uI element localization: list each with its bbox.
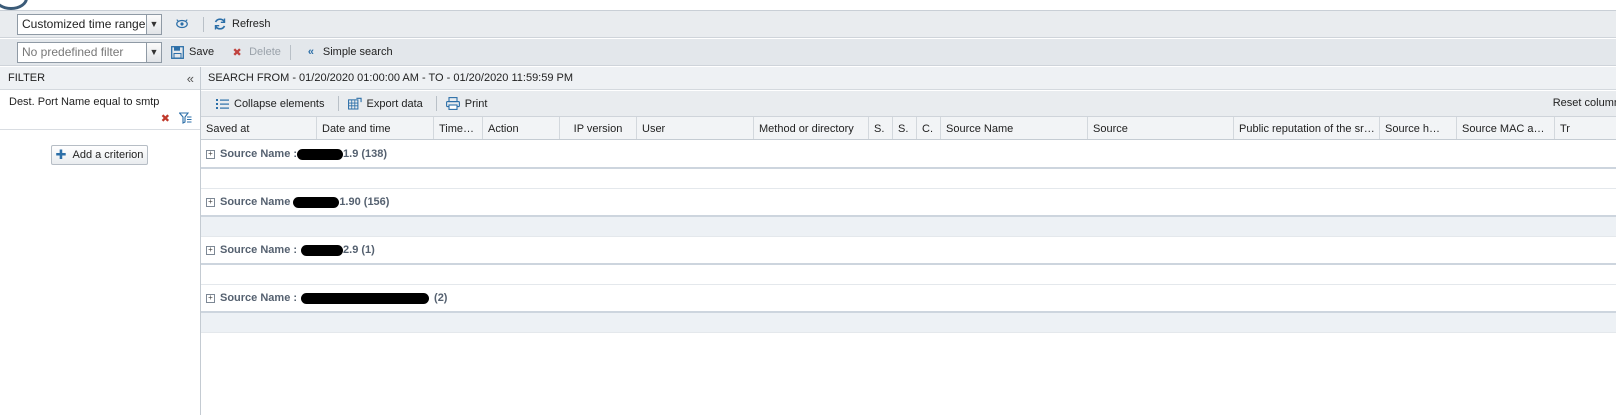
search-range-heading: SEARCH FROM - 01/20/2020 01:00:00 AM - T…: [201, 67, 1616, 90]
column-header-tr[interactable]: Tr: [1555, 117, 1616, 139]
predefined-filter-select[interactable]: No predefined filter ▼: [17, 41, 162, 63]
group-label: Source Name: [220, 196, 291, 208]
app-logo: [0, 0, 28, 10]
group-suffix: 1.90 (156): [339, 196, 390, 208]
chevron-down-icon[interactable]: ▼: [146, 42, 161, 62]
results-grid-header: Saved at Date and time Time… Action IP v…: [201, 117, 1616, 140]
toolbar-separator: [435, 96, 437, 111]
window-top-strip: [0, 0, 1616, 11]
filter-panel-title: FILTER: [8, 72, 46, 84]
results-toolbar: Collapse elements Export data Print Rese…: [201, 91, 1616, 117]
floppy-disk-icon: [170, 45, 184, 59]
criterion-condition: equal to smtp: [93, 96, 160, 108]
redaction: [297, 148, 344, 160]
group-row[interactable]: + Source Name : 2.9 (1): [201, 237, 1616, 265]
time-range-select[interactable]: Customized time range ▼: [17, 13, 162, 35]
toolbar-separator: [289, 44, 291, 60]
group-row[interactable]: + Source Name : 1.9 (138): [201, 141, 1616, 169]
column-header-action[interactable]: Action: [483, 117, 560, 139]
collapse-elements-label: Collapse elements: [234, 97, 325, 110]
group-label: Source Name :: [220, 148, 298, 160]
time-range-settings-button[interactable]: [170, 14, 199, 34]
plus-box-icon[interactable]: +: [206, 197, 215, 207]
simple-search-label: Simple search: [322, 46, 393, 58]
refresh-label: Refresh: [232, 18, 271, 30]
column-header-source[interactable]: Source: [1088, 117, 1234, 139]
group-row[interactable]: + Source Name : (2): [201, 285, 1616, 313]
column-header-time[interactable]: Time…: [434, 117, 483, 139]
column-header-saved-at[interactable]: Saved at: [201, 117, 317, 139]
delete-button[interactable]: ✖ Delete: [225, 42, 286, 62]
time-range-value: Customized time range: [22, 17, 146, 31]
reset-columns-button[interactable]: Reset column: [1553, 97, 1616, 109]
group-spacer-row: [201, 217, 1616, 237]
filter-edit-icon[interactable]: [178, 112, 192, 127]
export-grid-icon: [347, 97, 362, 111]
red-x-icon: ✖: [232, 46, 242, 59]
results-grid-body: + Source Name : 1.9 (138) + Source Name …: [201, 141, 1616, 415]
delete-label: Delete: [249, 46, 281, 58]
add-criterion-label: Add a criterion: [72, 149, 144, 161]
column-header-s1[interactable]: S.: [869, 117, 893, 139]
group-spacer-row: [201, 169, 1616, 189]
plus-box-icon[interactable]: +: [206, 245, 215, 255]
double-chevron-left-icon: «: [307, 46, 314, 58]
print-button[interactable]: Print: [441, 94, 493, 114]
refresh-icon: [213, 17, 227, 31]
column-header-c[interactable]: C.: [917, 117, 941, 139]
group-spacer-row: [201, 265, 1616, 285]
filter-toolbar: No predefined filter ▼ Save ✖ Delete « S…: [0, 39, 1616, 66]
gear-eye-icon: [175, 17, 189, 31]
filter-panel: FILTER « Dest. Port Name equal to smtp ✖…: [0, 67, 201, 415]
collapse-elements-button[interactable]: Collapse elements: [210, 94, 330, 114]
redaction: [301, 292, 430, 304]
export-data-button[interactable]: Export data: [343, 94, 428, 114]
redaction: [301, 244, 344, 256]
plus-box-icon[interactable]: +: [206, 293, 215, 303]
group-row[interactable]: + Source Name 1.90 (156): [201, 189, 1616, 217]
filter-criterion[interactable]: Dest. Port Name equal to smtp ✖: [0, 90, 200, 130]
criterion-actions: ✖: [161, 112, 192, 127]
refresh-button[interactable]: Refresh: [208, 14, 276, 34]
chevron-down-icon[interactable]: ▼: [146, 14, 161, 34]
list-icon: [215, 97, 229, 111]
save-label: Save: [189, 46, 215, 58]
column-header-ip-version[interactable]: IP version: [560, 117, 637, 139]
column-header-source-host[interactable]: Source h…: [1380, 117, 1457, 139]
print-label: Print: [464, 97, 488, 110]
criterion-field: Dest. Port Name: [9, 96, 91, 108]
group-label: Source Name :: [220, 292, 298, 304]
group-suffix: 2.9 (1): [343, 244, 375, 256]
save-button[interactable]: Save: [165, 42, 219, 62]
export-data-label: Export data: [366, 97, 423, 110]
column-header-method[interactable]: Method or directory: [754, 117, 869, 139]
column-header-user[interactable]: User: [637, 117, 754, 139]
plus-box-icon[interactable]: +: [206, 149, 215, 159]
column-header-s2[interactable]: S.: [893, 117, 917, 139]
predefined-filter-placeholder: No predefined filter: [22, 45, 124, 59]
search-range-text: SEARCH FROM - 01/20/2020 01:00:00 AM - T…: [208, 72, 574, 84]
group-suffix: 1.9 (138): [343, 148, 388, 160]
column-header-public-reputation[interactable]: Public reputation of the sr…: [1234, 117, 1380, 139]
double-chevron-left-icon[interactable]: «: [187, 71, 194, 86]
plus-icon: ✚: [55, 147, 67, 162]
column-header-source-mac[interactable]: Source MAC a…: [1457, 117, 1555, 139]
group-label: Source Name :: [220, 244, 298, 256]
simple-search-button[interactable]: « Simple search: [299, 42, 398, 62]
time-range-toolbar: Customized time range ▼ Refresh: [0, 11, 1616, 38]
filter-panel-header: FILTER «: [0, 67, 200, 90]
remove-criterion-icon[interactable]: ✖: [161, 112, 170, 127]
group-spacer-row: [201, 313, 1616, 333]
redaction: [293, 196, 340, 208]
add-criterion-button[interactable]: ✚ Add a criterion: [51, 145, 148, 165]
column-header-date-time[interactable]: Date and time: [317, 117, 434, 139]
group-suffix: (2): [434, 292, 448, 304]
toolbar-separator: [203, 16, 204, 32]
printer-icon: [445, 97, 460, 111]
column-header-source-name[interactable]: Source Name: [941, 117, 1088, 139]
toolbar-separator: [337, 96, 339, 111]
